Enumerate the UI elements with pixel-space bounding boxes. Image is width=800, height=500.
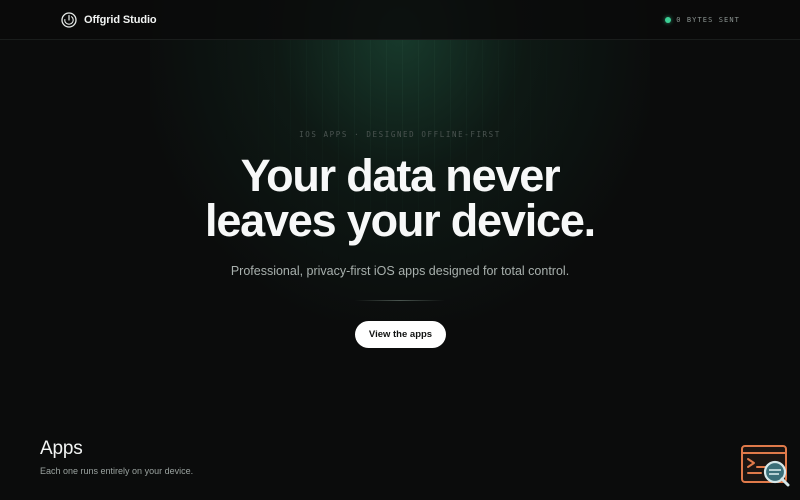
status-text: 0 BYTES SENT xyxy=(676,16,740,24)
hero-headline-line-2: leaves your device. xyxy=(205,195,596,246)
brand-link[interactable]: Offgrid Studio xyxy=(61,11,157,29)
apps-subtitle: Each one runs entirely on your device. xyxy=(40,466,194,476)
status-dot-icon xyxy=(665,17,672,23)
hero-eyebrow: IOS APPS · DESIGNED OFFLINE-FIRST xyxy=(299,130,501,139)
brand-name: Offgrid Studio xyxy=(84,14,157,26)
terminal-search-widget[interactable] xyxy=(741,445,791,487)
hero-headline: Your data never leaves your device. xyxy=(0,153,800,243)
apps-title: Apps xyxy=(40,438,83,459)
hero-divider xyxy=(355,300,445,301)
hero-headline-line-1: Your data never xyxy=(240,150,561,201)
terminal-search-icon xyxy=(741,445,791,491)
status-indicator: 0 BYTES SENT xyxy=(665,14,740,26)
page: Offgrid Studio 0 BYTES SENT IOS APPS · D… xyxy=(0,0,800,500)
power-icon xyxy=(61,12,77,28)
site-header: Offgrid Studio 0 BYTES SENT xyxy=(0,0,800,40)
view-apps-button[interactable]: View the apps xyxy=(355,321,446,348)
hero-subtitle: Professional, privacy-first iOS apps des… xyxy=(230,264,570,278)
